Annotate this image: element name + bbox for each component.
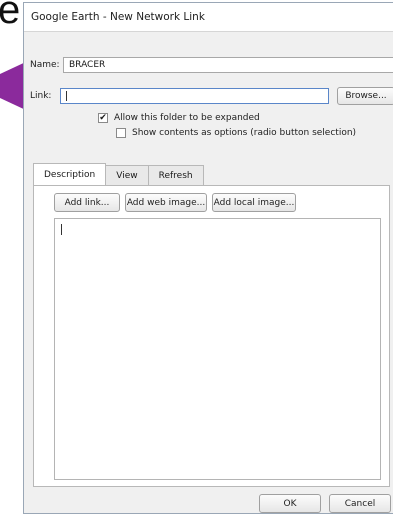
name-label: Name: xyxy=(30,60,60,70)
allow-expand-row[interactable]: ✔ Allow this folder to be expanded xyxy=(98,113,260,123)
tab-view[interactable]: View xyxy=(105,165,149,185)
link-label: Link: xyxy=(30,91,52,101)
add-local-image-button[interactable]: Add local image... xyxy=(212,193,296,212)
description-panel: Add link... Add web image... Add local i… xyxy=(33,185,390,487)
new-network-link-dialog: Google Earth - New Network Link Name: BR… xyxy=(23,2,393,514)
dialog-titlebar: Google Earth - New Network Link xyxy=(24,3,393,32)
show-radio-label: Show contents as options (radio button s… xyxy=(132,128,357,138)
browse-button[interactable]: Browse... xyxy=(337,87,393,105)
show-radio-checkbox[interactable] xyxy=(116,128,126,138)
description-textarea[interactable] xyxy=(54,218,381,480)
allow-expand-checkbox[interactable]: ✔ xyxy=(98,113,108,123)
tab-strip: Description View Refresh xyxy=(33,163,204,185)
ok-button[interactable]: OK xyxy=(259,494,321,513)
cancel-button[interactable]: Cancel xyxy=(329,494,391,513)
link-field[interactable] xyxy=(60,88,329,104)
dialog-title: Google Earth - New Network Link xyxy=(31,11,205,23)
add-link-button[interactable]: Add link... xyxy=(54,193,120,212)
name-field[interactable]: BRACER xyxy=(63,57,393,73)
text-caret xyxy=(61,224,62,235)
allow-expand-label: Allow this folder to be expanded xyxy=(114,113,260,123)
description-toolbar: Add link... Add web image... Add local i… xyxy=(54,193,296,212)
link-row: Link: Browse... xyxy=(30,87,393,105)
name-row: Name: BRACER xyxy=(30,57,393,73)
show-radio-row[interactable]: Show contents as options (radio button s… xyxy=(116,128,356,138)
add-web-image-button[interactable]: Add web image... xyxy=(125,193,207,212)
tab-description[interactable]: Description xyxy=(33,163,107,185)
slide-text-fragment: e xyxy=(0,0,21,32)
tab-refresh[interactable]: Refresh xyxy=(147,165,204,185)
text-caret xyxy=(66,91,67,101)
